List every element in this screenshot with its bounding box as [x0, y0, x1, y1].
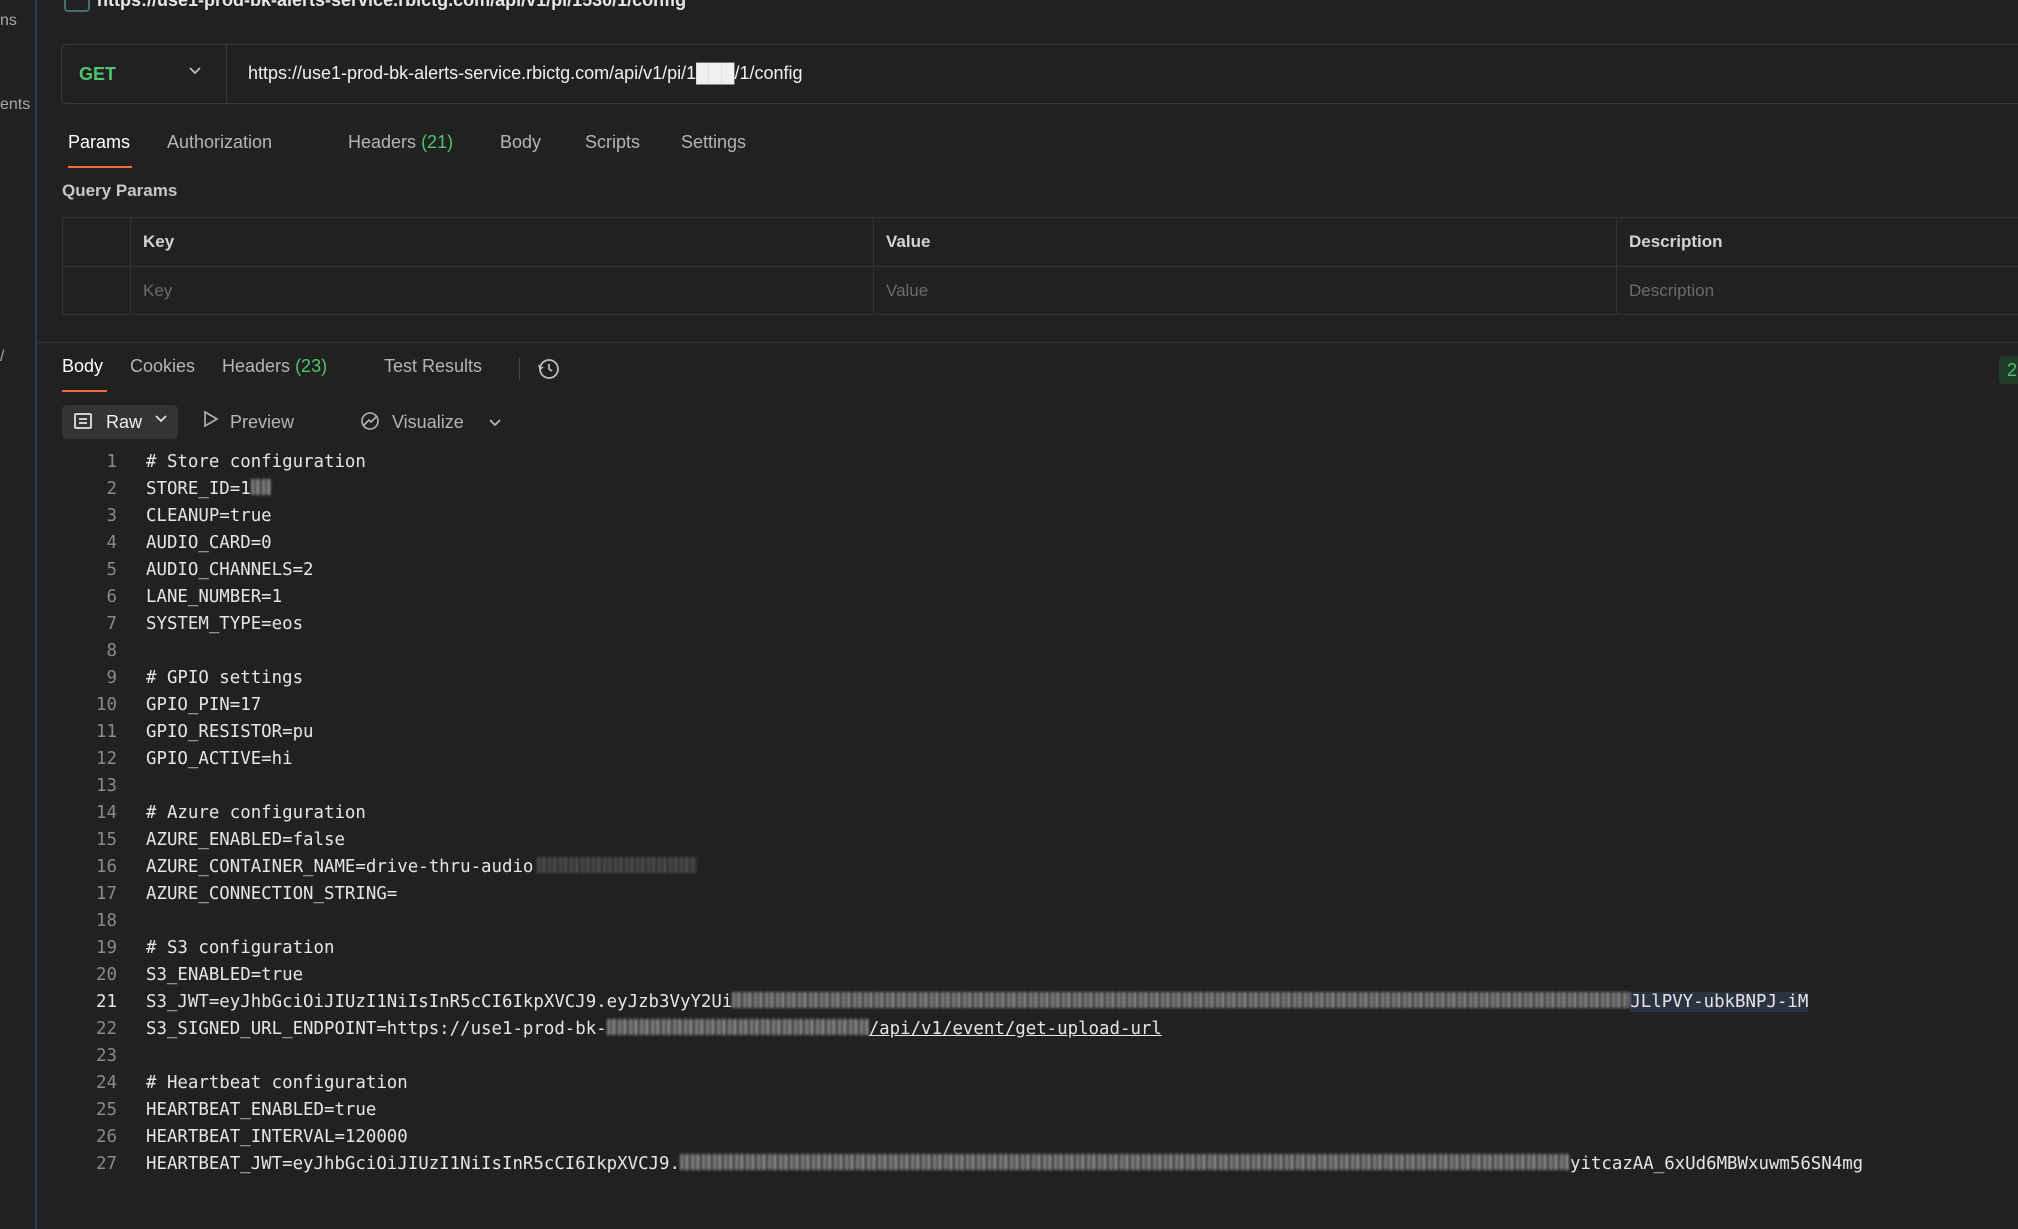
- request-url-bar: GET https://use1-prod-bk-alerts-service.…: [61, 44, 2018, 104]
- tab-label: Settings: [681, 132, 747, 152]
- left-sidebar: ns ents /: [0, 0, 37, 1229]
- code-text: AUDIO_CARD=0: [146, 533, 272, 553]
- redacted-text: [250, 479, 271, 495]
- code-text: # Store configuration: [146, 452, 366, 472]
- code-text: SYSTEM_TYPE=eos: [146, 614, 304, 634]
- url-input[interactable]: https://use1-prod-bk-alerts-service.rbic…: [248, 63, 802, 84]
- play-icon: [203, 410, 219, 433]
- table-header-row: Key Value Description: [63, 218, 2018, 267]
- description-input[interactable]: Description: [1616, 267, 2018, 315]
- tab-label: Headers: [222, 356, 291, 376]
- tab-body[interactable]: Body: [500, 132, 541, 153]
- code-text: HEARTBEAT_ENABLED=true: [146, 1100, 377, 1120]
- sidebar-label-1[interactable]: ns: [0, 12, 17, 30]
- query-params-title: Query Params: [62, 181, 178, 200]
- method-label: GET: [79, 64, 117, 84]
- chevron-down-icon[interactable]: [488, 413, 502, 434]
- code-text: LANE_NUMBER=1: [146, 587, 283, 607]
- response-body-editor[interactable]: 1 # Store configuration 2 STORE_ID=1 3 CLEA…: [37, 452, 2017, 1212]
- tab-label: Params: [68, 132, 131, 152]
- code-text: GPIO_ACTIVE=hi: [146, 749, 293, 769]
- code-text: GPIO_RESISTOR=pu: [146, 722, 314, 742]
- column-header-key: Key: [130, 218, 873, 266]
- tab-headers[interactable]: Headers (21): [348, 132, 453, 153]
- tab-authorization[interactable]: Authorization: [167, 132, 272, 153]
- tab-label: Cookies: [130, 356, 196, 376]
- code-link-tail[interactable]: /api/v1/event/get-upload-url: [869, 1019, 1162, 1039]
- code-text: CLEANUP=true: [146, 506, 272, 526]
- pane-divider[interactable]: [37, 342, 2018, 343]
- code-text-tail: JLlPVY-ubkBNPJ-iM: [1630, 992, 1809, 1012]
- code-text: AUDIO_CHANNELS=2: [146, 560, 314, 580]
- visualize-button[interactable]: Visualize: [392, 412, 464, 433]
- code-text: S3_JWT=eyJhbGciOiJIUzI1NiIsInR5cCI6IkpXV…: [146, 992, 733, 1012]
- chevron-down-icon: [188, 61, 202, 82]
- tab-separator: [519, 358, 520, 380]
- query-params-table: Key Value Description Key Value Descript…: [62, 217, 2018, 315]
- code-text: # GPIO settings: [146, 668, 304, 688]
- history-icon[interactable]: [536, 356, 562, 382]
- code-text: HEARTBEAT_INTERVAL=120000: [146, 1127, 408, 1147]
- visualize-icon: [359, 410, 381, 437]
- code-text: STORE_ID=1: [146, 479, 251, 499]
- code-text: S3_ENABLED=true: [146, 965, 304, 985]
- code-text: HEARTBEAT_JWT=eyJhbGciOiJIUzI1NiIsInR5cC…: [146, 1154, 680, 1174]
- redacted-text: [679, 1154, 1570, 1170]
- active-tab-underline: [62, 390, 107, 392]
- row-checkbox-cell: [63, 267, 130, 315]
- redacted-text: [732, 992, 1631, 1008]
- code-text: # S3 configuration: [146, 938, 335, 958]
- key-placeholder: Key: [143, 281, 173, 300]
- column-header-description: Description: [1616, 218, 2018, 266]
- value-placeholder: Value: [886, 281, 929, 300]
- tab-params[interactable]: Params: [68, 132, 130, 153]
- raw-label: Raw: [106, 412, 143, 432]
- request-tab-title[interactable]: https://use1-prod-bk-alerts-service.rbic…: [97, 0, 686, 11]
- code-text: AZURE_ENABLED=false: [146, 830, 345, 850]
- column-header-value: Value: [873, 218, 1616, 266]
- code-text: AZURE_CONNECTION_STRING=: [146, 884, 398, 904]
- tab-response-headers[interactable]: Headers (23): [222, 356, 327, 377]
- tab-label: Body: [500, 132, 542, 152]
- preview-button[interactable]: Preview: [230, 412, 294, 433]
- code-text: GPIO_PIN=17: [146, 695, 262, 715]
- column-header-label: Description: [1629, 232, 1723, 251]
- tab-response-body[interactable]: Body: [62, 356, 103, 377]
- checkbox-column: [63, 218, 130, 266]
- redacted-text: [606, 1019, 869, 1035]
- headers-count: (21): [421, 132, 454, 152]
- status-badge: 2: [1999, 356, 2018, 384]
- tab-label: Headers: [348, 132, 417, 152]
- request-tab-icon: [64, 0, 90, 12]
- tab-settings[interactable]: Settings: [681, 132, 746, 153]
- tab-label: Authorization: [167, 132, 273, 152]
- tab-label: Scripts: [585, 132, 641, 152]
- chevron-down-icon: [154, 411, 168, 430]
- code-text: S3_SIGNED_URL_ENDPOINT=https://use1-prod…: [146, 1019, 607, 1039]
- value-input[interactable]: Value: [873, 267, 1616, 315]
- active-tab-underline: [68, 166, 132, 168]
- description-placeholder: Description: [1629, 281, 1715, 300]
- tab-cookies[interactable]: Cookies: [130, 356, 195, 377]
- table-row: Key Value Description: [63, 267, 2018, 315]
- tab-label: Test Results: [384, 356, 483, 376]
- redacted-text: [537, 857, 698, 873]
- code-text: # Azure configuration: [146, 803, 366, 823]
- code-text: AZURE_CONTAINER_NAME=drive-thru-audio: [146, 857, 534, 877]
- column-header-label: Value: [886, 232, 931, 251]
- text-format-icon: [74, 413, 92, 429]
- code-text-tail: yitcazAA_6xUd6MBWxuwm56SN4mg: [1569, 1154, 1864, 1174]
- sidebar-label-3[interactable]: /: [0, 348, 4, 366]
- tab-test-results[interactable]: Test Results: [384, 356, 482, 377]
- tab-label: Body: [62, 356, 104, 376]
- code-text: # Heartbeat configuration: [146, 1073, 408, 1093]
- column-header-label: Key: [143, 232, 175, 251]
- response-headers-count: (23): [295, 356, 328, 376]
- raw-format-button[interactable]: Raw: [62, 405, 178, 439]
- sidebar-label-2[interactable]: ents: [0, 96, 30, 114]
- method-select[interactable]: GET: [62, 45, 227, 103]
- tab-scripts[interactable]: Scripts: [585, 132, 640, 153]
- key-input[interactable]: Key: [130, 267, 873, 315]
